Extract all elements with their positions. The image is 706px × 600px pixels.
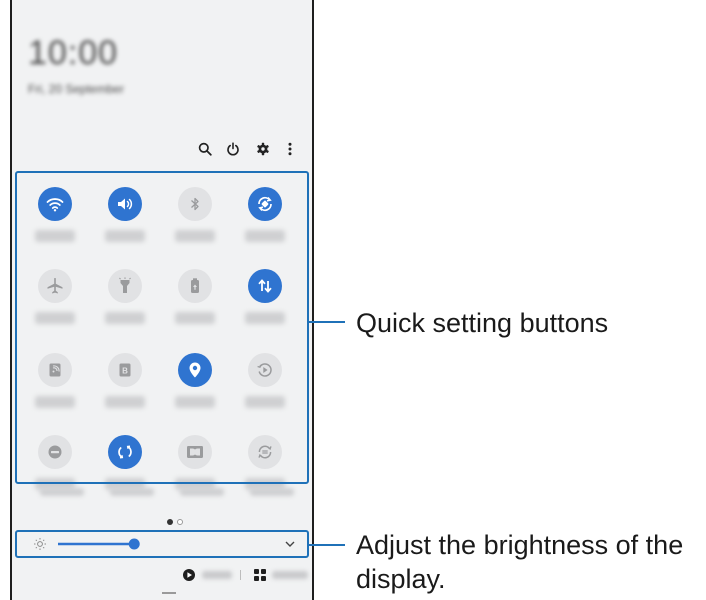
divider [240, 570, 241, 580]
callout-line-brightness [309, 544, 345, 546]
brightness-highlight [15, 530, 309, 558]
media-label-placeholder [202, 571, 232, 579]
bottom-bar [182, 568, 312, 582]
panel-handle[interactable] [162, 592, 176, 594]
devices-label-placeholder [272, 571, 308, 579]
callout-line-quick-settings [309, 321, 345, 323]
play-icon[interactable] [182, 568, 196, 582]
page-indicator[interactable] [163, 518, 187, 526]
settings-gear-icon[interactable] [252, 138, 274, 160]
callout-brightness-line1: Adjust the brightness of the [356, 530, 684, 560]
tile-label-placeholder [250, 488, 294, 496]
tile-label-placeholder [110, 488, 154, 496]
tile-label-placeholder [40, 488, 84, 496]
date-text: Fri, 20 September [28, 82, 125, 96]
power-icon[interactable] [222, 138, 244, 160]
grid-icon[interactable] [254, 569, 266, 581]
page-dot-inactive [177, 519, 183, 525]
clock: 10:00 [28, 34, 119, 72]
panel-toolbar [192, 138, 302, 160]
tile-label-placeholder [180, 488, 224, 496]
search-icon[interactable] [194, 138, 216, 160]
callout-quick-settings: Quick setting buttons [356, 308, 609, 338]
quick-settings-highlight [15, 171, 309, 484]
page-dot-active [167, 519, 173, 525]
callout-brightness-line2: display. [356, 564, 446, 594]
more-options-icon[interactable] [279, 138, 301, 160]
